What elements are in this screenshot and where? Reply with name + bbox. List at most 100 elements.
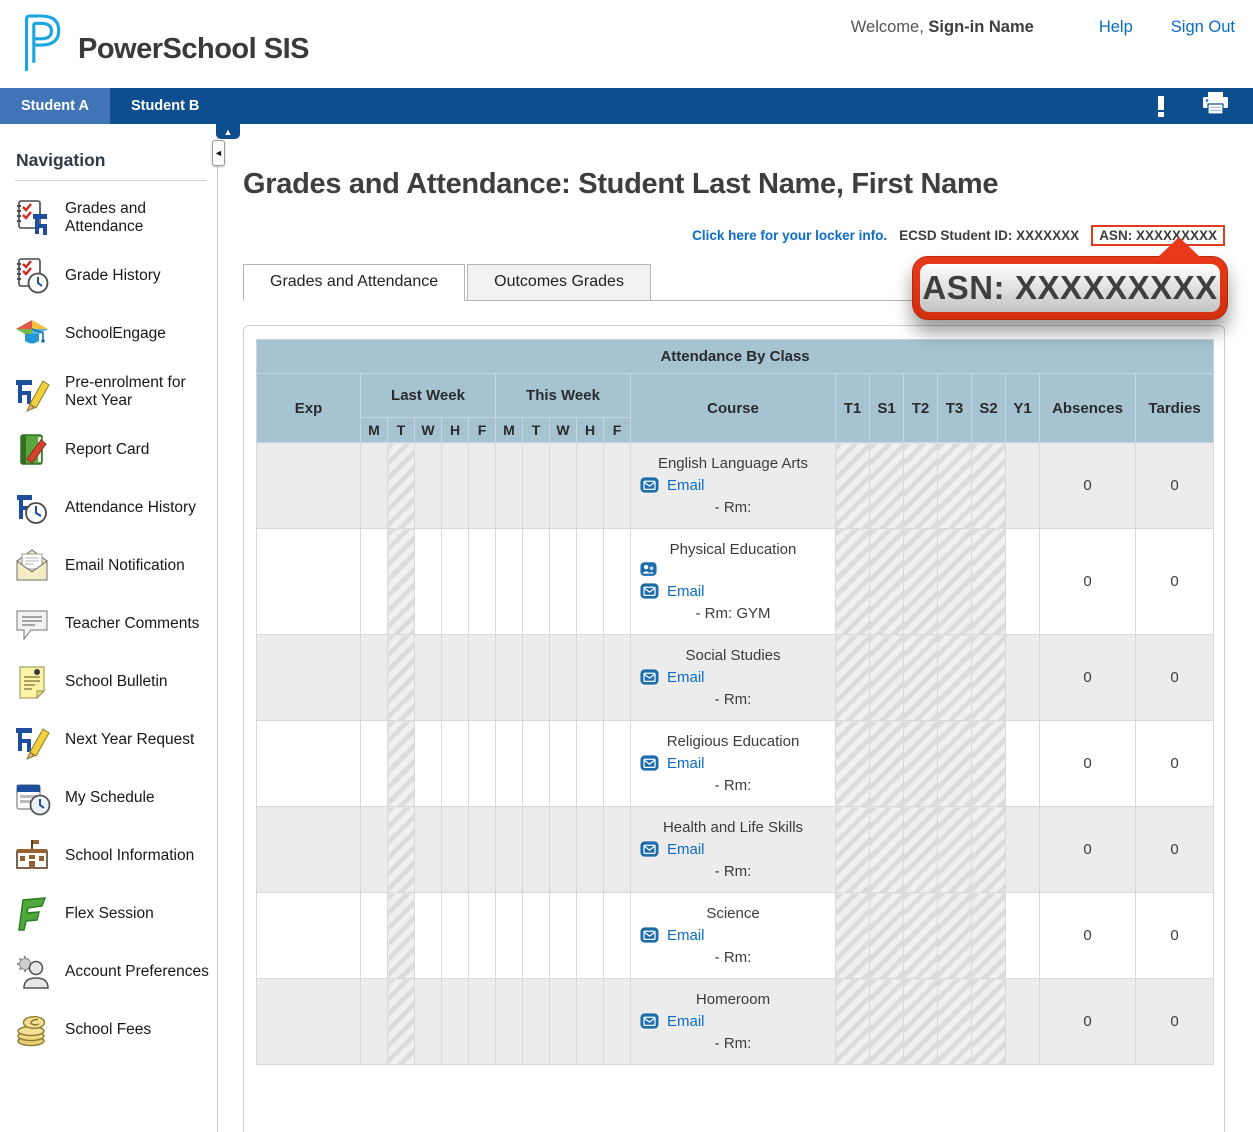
day-cell — [361, 443, 388, 529]
student-info-line: Click here for your locker info. ECSD St… — [243, 225, 1225, 246]
room-label: - Rm: — [639, 949, 827, 966]
tardies-cell: 0 — [1136, 635, 1214, 721]
course-name: Physical Education — [639, 541, 827, 558]
day-cell — [550, 635, 577, 721]
day-cell — [604, 721, 631, 807]
email-link[interactable]: Email — [667, 927, 705, 944]
locker-info-link[interactable]: Click here for your locker info. — [692, 228, 887, 243]
term-cell — [836, 635, 870, 721]
day-cell — [550, 721, 577, 807]
email-icon — [639, 754, 660, 773]
email-link[interactable]: Email — [667, 1013, 705, 1030]
tab-grades-and-attendance[interactable]: Grades and Attendance — [243, 264, 465, 301]
sidebar-item-pre-enrolment[interactable]: Pre-enrolment for Next Year — [0, 363, 217, 421]
pre-enrolment-icon — [10, 372, 54, 412]
term-cell — [836, 721, 870, 807]
term-cell — [870, 443, 904, 529]
day-cell — [469, 807, 496, 893]
day-header: T — [523, 418, 550, 443]
room-label: - Rm: — [639, 863, 827, 880]
email-icon — [639, 840, 660, 859]
tardies-cell: 0 — [1136, 721, 1214, 807]
email-link[interactable]: Email — [667, 669, 705, 686]
col-header-t1: T1 — [836, 374, 870, 443]
help-link[interactable]: Help — [1099, 18, 1133, 37]
day-cell — [442, 529, 469, 635]
tardies-cell: 0 — [1136, 893, 1214, 979]
term-cell — [938, 893, 972, 979]
term-cell — [870, 893, 904, 979]
alert-icon[interactable] — [1158, 96, 1164, 117]
term-cell — [870, 635, 904, 721]
absences-cell: 0 — [1040, 893, 1136, 979]
term-cell — [870, 979, 904, 1065]
room-label: - Rm: — [639, 691, 827, 708]
sidebar-item-grades-and-attendance[interactable]: Grades and Attendance — [0, 189, 217, 247]
student-tab-b[interactable]: Student B — [110, 88, 220, 124]
day-cell — [388, 721, 415, 807]
sidebar-divider — [15, 180, 207, 181]
term-cell — [870, 529, 904, 635]
sidebar-item-school-fees[interactable]: School Fees — [0, 1001, 217, 1059]
sidebar-item-attendance-history[interactable]: Attendance History — [0, 479, 217, 537]
absences-cell: 0 — [1040, 721, 1136, 807]
day-cell — [415, 635, 442, 721]
email-link[interactable]: Email — [667, 755, 705, 772]
student-id: ECSD Student ID: XXXXXXX — [899, 228, 1079, 243]
day-header: F — [604, 418, 631, 443]
term-cell — [972, 443, 1006, 529]
day-cell — [496, 893, 523, 979]
sidebar-item-school-bulletin[interactable]: School Bulletin — [0, 653, 217, 711]
day-cell — [523, 807, 550, 893]
table-row: Religious EducationEmail- Rm:00 — [257, 721, 1214, 807]
day-header: M — [496, 418, 523, 443]
app-header: PowerSchool SIS Welcome, Sign-in Name He… — [0, 0, 1253, 88]
scroll-top-button[interactable]: ▲ — [216, 124, 240, 139]
student-tab-a[interactable]: Student A — [0, 88, 110, 124]
term-cell — [972, 721, 1006, 807]
day-cell — [469, 529, 496, 635]
print-icon[interactable] — [1202, 92, 1229, 120]
day-header: W — [550, 418, 577, 443]
sidebar-item-next-year-request[interactable]: Next Year Request — [0, 711, 217, 769]
term-cell — [836, 529, 870, 635]
sidebar-item-grade-history[interactable]: Grade History — [0, 247, 217, 305]
sidebar-item-teacher-comments[interactable]: Teacher Comments — [0, 595, 217, 653]
tardies-cell: 0 — [1136, 443, 1214, 529]
sidebar-item-label: My Schedule — [65, 789, 155, 807]
sidebar-item-report-card[interactable]: Report Card — [0, 421, 217, 479]
day-cell — [469, 893, 496, 979]
tab-outcomes-grades[interactable]: Outcomes Grades — [467, 264, 651, 301]
sidebar-collapse-handle[interactable]: ◄ — [212, 140, 225, 166]
email-icon — [639, 1012, 660, 1031]
email-link[interactable]: Email — [667, 477, 705, 494]
course-name: English Language Arts — [639, 455, 827, 472]
day-cell — [550, 893, 577, 979]
sign-out-link[interactable]: Sign Out — [1171, 18, 1235, 37]
course-name: Social Studies — [639, 647, 827, 664]
sidebar-item-my-schedule[interactable]: My Schedule — [0, 769, 217, 827]
term-cell — [1006, 529, 1040, 635]
course-name: Homeroom — [639, 991, 827, 1008]
email-line: Email — [639, 926, 827, 945]
col-header-t3: T3 — [938, 374, 972, 443]
term-cell — [972, 979, 1006, 1065]
course-cell: Social Studies Email - Rm: — [631, 635, 836, 721]
day-cell — [442, 807, 469, 893]
sidebar-item-flex-session[interactable]: Flex Session — [0, 885, 217, 943]
sidebar-item-label: School Information — [65, 847, 194, 865]
email-link[interactable]: Email — [667, 583, 705, 600]
course-name: Science — [639, 905, 827, 922]
col-header-last-week: Last Week — [361, 374, 496, 418]
sidebar-item-schoolengage[interactable]: SchoolEngage — [0, 305, 217, 363]
day-cell — [577, 979, 604, 1065]
sidebar-item-school-information[interactable]: School Information — [0, 827, 217, 885]
day-header: H — [577, 418, 604, 443]
email-link[interactable]: Email — [667, 841, 705, 858]
col-header-s2: S2 — [972, 374, 1006, 443]
class-group-icon[interactable] — [639, 561, 827, 578]
term-cell — [972, 635, 1006, 721]
sidebar-item-email-notification[interactable]: Email Notification — [0, 537, 217, 595]
term-cell — [870, 721, 904, 807]
sidebar-item-account-preferences[interactable]: Account Preferences — [0, 943, 217, 1001]
